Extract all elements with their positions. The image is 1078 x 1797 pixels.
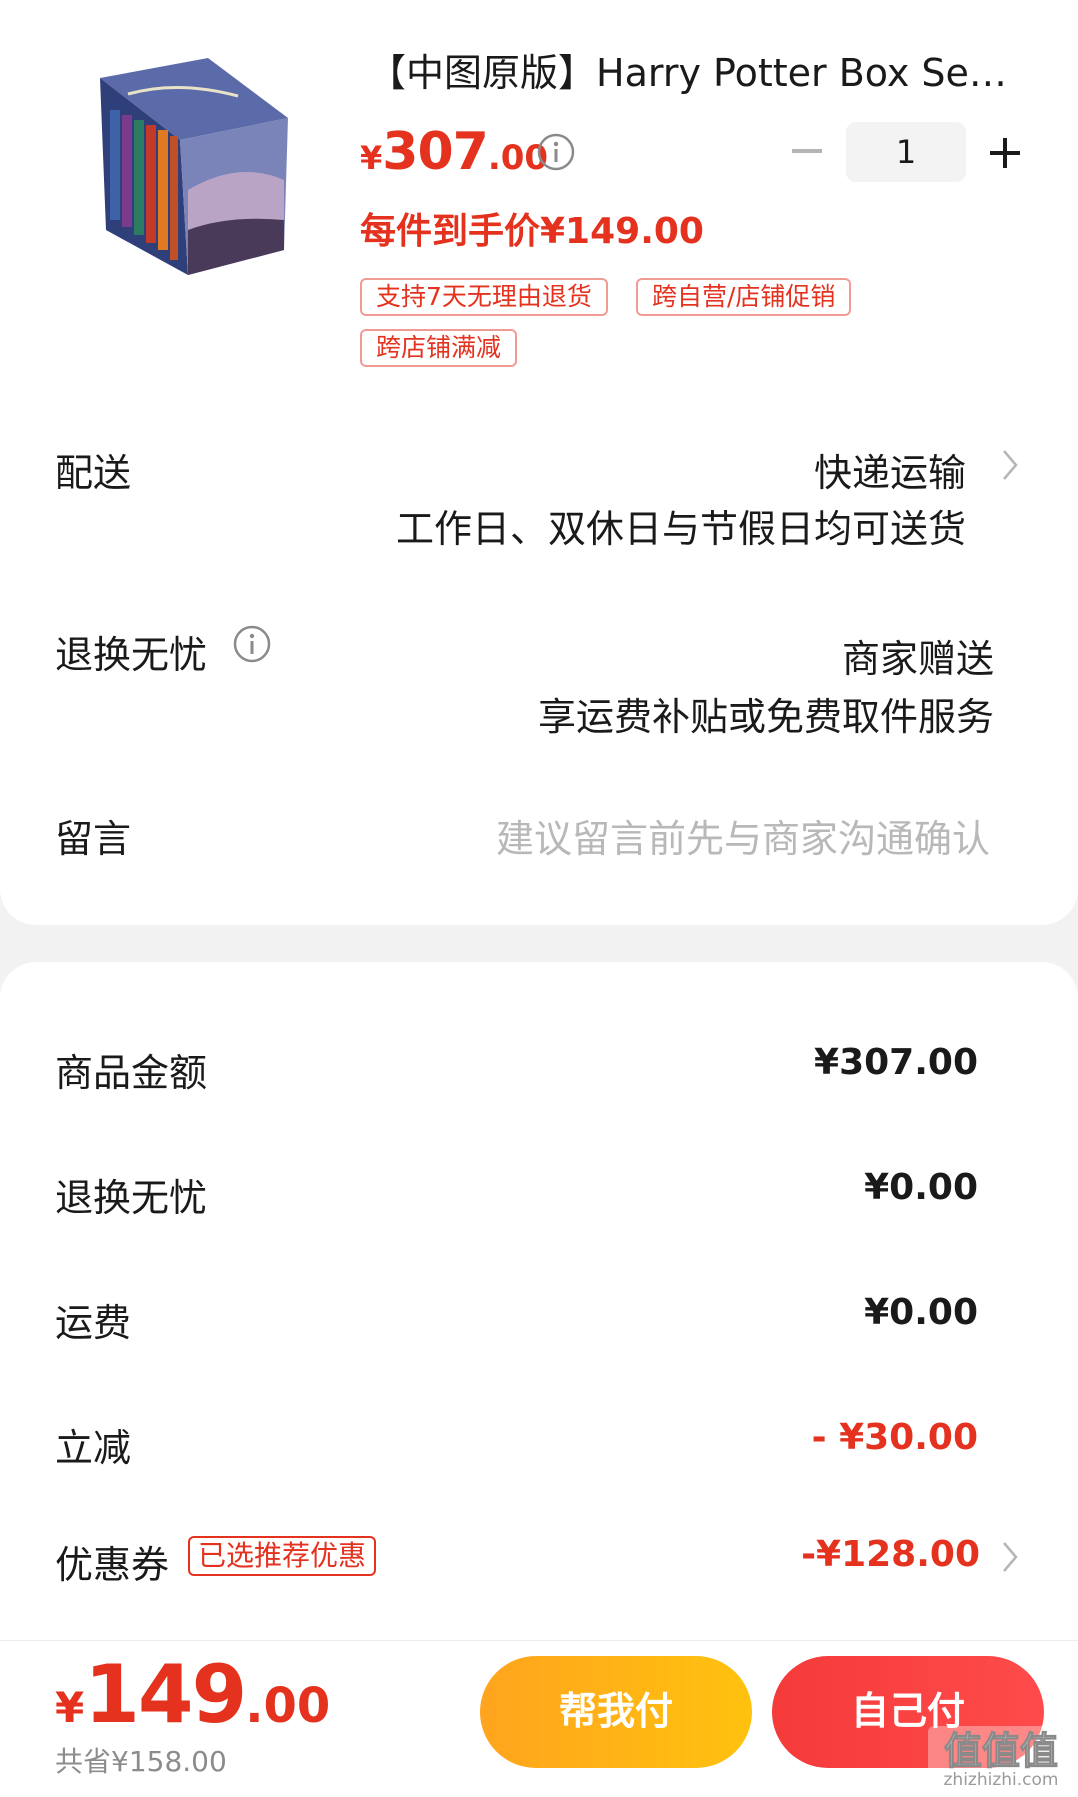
- product-image[interactable]: [88, 40, 298, 290]
- tag-cross-store-promo: 跨自营/店铺促销: [636, 278, 852, 316]
- summary-value-returns: ¥0.00: [864, 1167, 978, 1208]
- returns-info-icon[interactable]: [232, 624, 272, 664]
- total-saved: 共省¥158.00: [55, 1745, 227, 1778]
- summary-label-goods: 商品金额: [55, 1051, 208, 1095]
- help-me-pay-button[interactable]: 帮我付: [480, 1656, 752, 1768]
- message-label: 留言: [55, 817, 132, 861]
- svg-text:值值值: 值值值: [944, 1729, 1058, 1773]
- deal-price: 每件到手价¥149.00: [360, 211, 704, 252]
- quantity-plus-button[interactable]: [988, 136, 1022, 170]
- watermark-text: zhizhizhi.com: [943, 1770, 1059, 1790]
- coupon-recommended-badge: 已选推荐优惠: [188, 1536, 377, 1576]
- summary-value-instant-discount: - ¥30.00: [811, 1417, 978, 1458]
- total-integer: 149: [84, 1648, 247, 1741]
- price-integer: 307: [382, 122, 489, 182]
- returns-note: 享运费补贴或免费取件服务: [537, 695, 994, 739]
- quantity-input[interactable]: 1: [846, 122, 966, 182]
- tag-cross-store-discount: 跨店铺满减: [360, 329, 518, 367]
- price-currency: ¥: [360, 139, 383, 177]
- summary-label-coupon: 优惠券: [55, 1543, 170, 1587]
- returns-label: 退换无忧: [55, 633, 208, 677]
- summary-value-shipping: ¥0.00: [864, 1292, 978, 1333]
- unit-price: ¥307.00: [360, 122, 548, 182]
- delivery-note: 工作日、双休日与节假日均可送货: [395, 507, 966, 551]
- total-decimal: .00: [245, 1678, 331, 1734]
- quantity-minus-button[interactable]: [790, 134, 824, 168]
- chevron-right-icon[interactable]: [1000, 1540, 1020, 1574]
- delivery-method[interactable]: 快递运输: [814, 442, 966, 497]
- delivery-label: 配送: [55, 451, 132, 495]
- total-price: ¥149.00: [55, 1648, 330, 1741]
- message-input[interactable]: 建议留言前先与商家沟通确认: [496, 808, 990, 863]
- summary-label-instant-discount: 立减: [55, 1426, 132, 1470]
- returns-value: 商家赠送: [841, 637, 994, 681]
- summary-label-returns: 退换无忧: [55, 1176, 208, 1220]
- summary-value-coupon[interactable]: -¥128.00: [801, 1534, 980, 1575]
- tag-7day-return: 支持7天无理由退货: [360, 278, 608, 316]
- total-currency: ¥: [55, 1683, 85, 1732]
- product-title[interactable]: 【中图原版】Harry Potter Box Set ...: [368, 42, 1018, 97]
- chevron-right-icon[interactable]: [1000, 448, 1020, 482]
- summary-value-goods: ¥307.00: [814, 1042, 978, 1083]
- summary-label-shipping: 运费: [55, 1301, 132, 1345]
- price-info-icon[interactable]: [536, 132, 576, 172]
